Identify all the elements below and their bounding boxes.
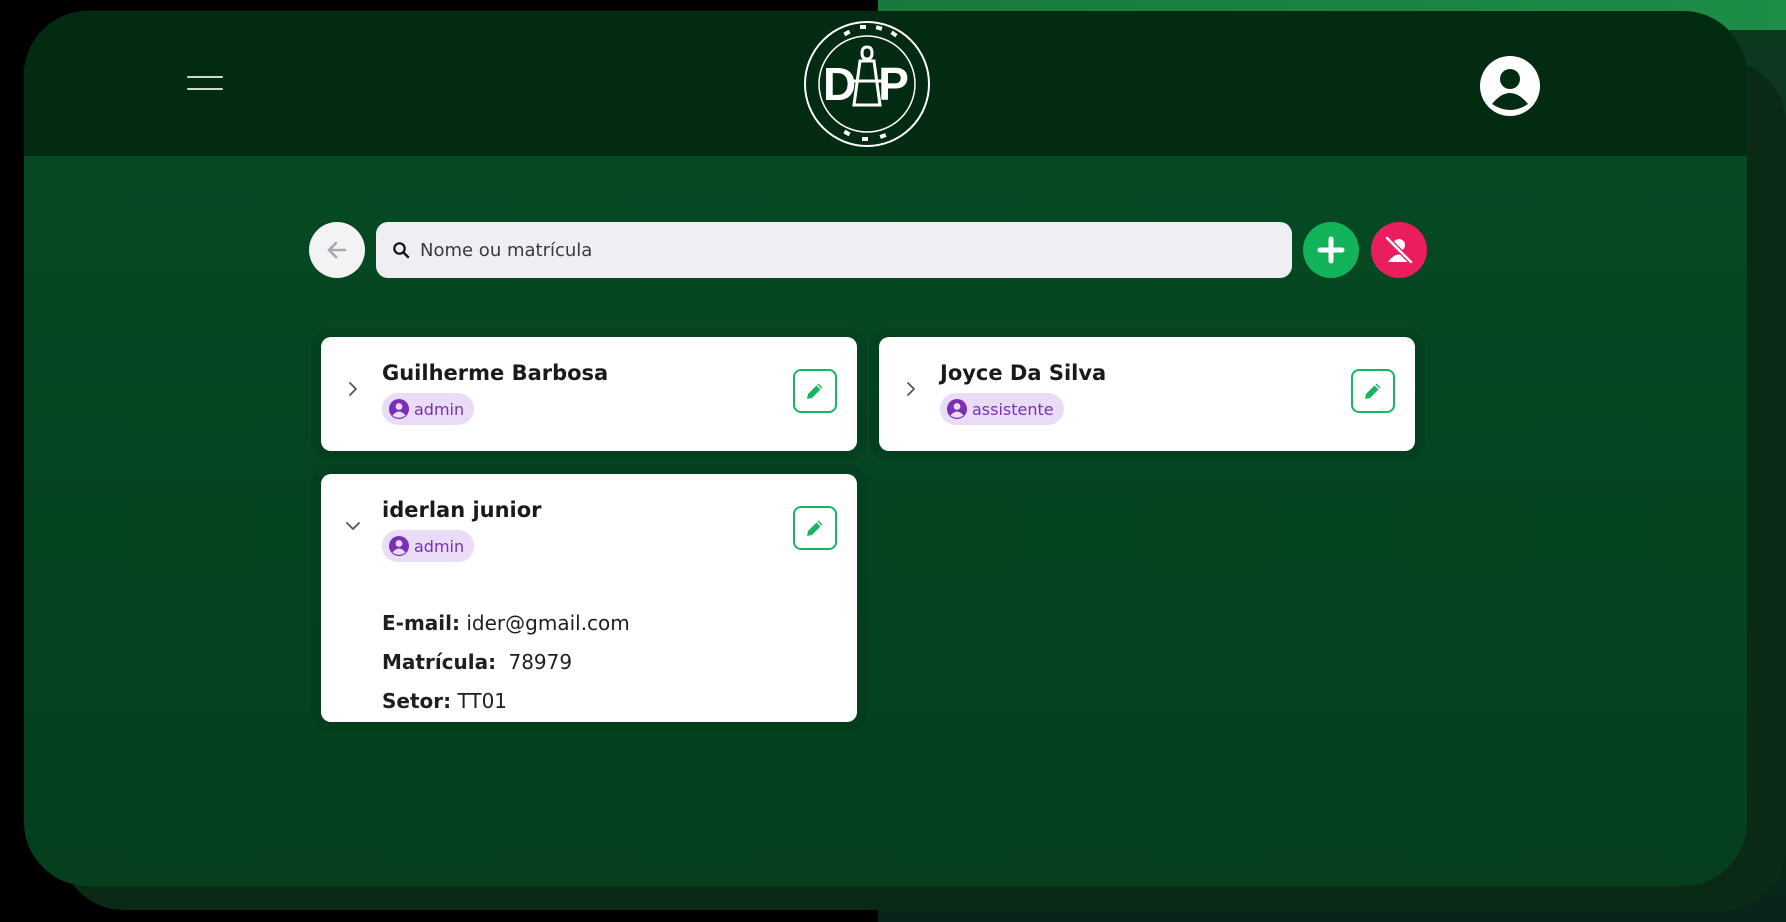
logo-text: DP <box>823 58 931 110</box>
edit-button[interactable] <box>1351 369 1395 413</box>
arrow-left-icon <box>327 241 347 259</box>
user-card: Guilherme Barbosa admin <box>321 337 857 451</box>
user-circle-icon <box>389 536 409 556</box>
setor-label: Setor: <box>382 689 452 713</box>
user-circle-icon[interactable] <box>1479 55 1541 117</box>
role-badge: assistente <box>940 393 1064 425</box>
matricula-row: Matrícula: 78979 <box>382 650 572 674</box>
email-label: E-mail: <box>382 611 461 635</box>
user-card: Joyce Da Silva assistente <box>879 337 1415 451</box>
setor-value: TT01 <box>457 689 508 713</box>
app-window: DP Nome ou matrícula Guilherme Barbosa a… <box>24 11 1747 886</box>
user-name: Joyce Da Silva <box>940 361 1107 385</box>
remove-user-button[interactable] <box>1371 222 1427 278</box>
user-remove-icon <box>1385 236 1413 264</box>
role-label: admin <box>414 536 465 556</box>
setor-row: Setor: TT01 <box>382 689 507 713</box>
edit-button[interactable] <box>793 506 837 550</box>
email-row: E-mail: ider@gmail.com <box>382 611 630 635</box>
email-value: ider@gmail.com <box>466 611 630 635</box>
chevron-right-icon[interactable] <box>343 379 363 399</box>
user-card-expanded: iderlan junior admin E-mail: ider@gmail.… <box>321 474 857 722</box>
add-user-button[interactable] <box>1303 222 1359 278</box>
user-circle-icon <box>947 399 967 419</box>
pencil-icon <box>807 520 823 536</box>
edit-button[interactable] <box>793 369 837 413</box>
search-input[interactable] <box>418 238 1282 262</box>
back-button[interactable] <box>309 222 365 278</box>
role-badge: admin <box>382 530 475 562</box>
pencil-icon <box>1365 383 1381 399</box>
toolbar <box>309 222 1429 284</box>
search-icon <box>393 242 410 259</box>
user-name: Guilherme Barbosa <box>382 361 609 385</box>
chevron-right-icon[interactable] <box>901 379 921 399</box>
hamburger-icon[interactable] <box>187 71 225 97</box>
chevron-down-icon[interactable] <box>343 516 363 536</box>
role-label: admin <box>414 399 465 419</box>
matricula-label: Matrícula: <box>382 650 497 674</box>
user-name: iderlan junior <box>382 498 542 522</box>
matricula-value: 78979 <box>508 650 573 674</box>
search-field[interactable] <box>376 222 1292 278</box>
role-label: assistente <box>972 399 1054 419</box>
header: DP <box>24 11 1747 156</box>
user-circle-icon <box>389 399 409 419</box>
plus-icon <box>1317 236 1345 264</box>
role-badge: admin <box>382 393 475 425</box>
pencil-icon <box>807 383 823 399</box>
